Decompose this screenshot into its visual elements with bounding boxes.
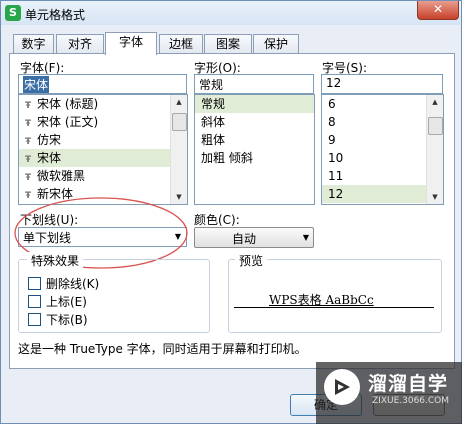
font-style-item[interactable]: 斜体 bbox=[195, 113, 314, 131]
font-size-item[interactable]: 10 bbox=[322, 149, 443, 167]
font-list-item[interactable]: Ŧ 宋体 (标题) bbox=[19, 95, 187, 113]
font-style-item[interactable]: 加粗 倾斜 bbox=[195, 149, 314, 167]
checkbox-box[interactable] bbox=[28, 295, 41, 308]
font-style-item[interactable]: 粗体 bbox=[195, 131, 314, 149]
font-name-value: 宋体 bbox=[23, 76, 50, 93]
font-size-item[interactable]: 8 bbox=[322, 113, 443, 131]
watermark-logo-icon bbox=[324, 369, 360, 405]
color-select[interactable]: 自动 ▼ bbox=[194, 227, 314, 248]
font-size-item[interactable]: 9 bbox=[322, 131, 443, 149]
font-list-item-selected[interactable]: Ŧ 宋体 bbox=[19, 149, 187, 167]
subscript-checkbox[interactable]: 下标(B) bbox=[28, 311, 88, 328]
font-name-input[interactable]: 宋体 bbox=[18, 74, 187, 94]
effects-group: 特殊效果 删除线(K) 上标(E) 下标(B) bbox=[18, 252, 210, 333]
font-size-item[interactable]: 6 bbox=[322, 95, 443, 113]
font-size-scrollbar[interactable]: ▲ ▼ bbox=[426, 95, 443, 204]
preview-title: 预览 bbox=[235, 252, 268, 269]
font-style-input[interactable]: 常规 bbox=[194, 74, 314, 94]
font-info-text: 这是一种 TrueType 字体，同时适用于屏幕和打印机。 bbox=[18, 342, 307, 356]
font-list-item[interactable]: Ŧ 微软雅黑 bbox=[19, 167, 187, 185]
watermark-url: ZIXUE.3066.COM bbox=[372, 396, 450, 406]
strikethrough-checkbox[interactable]: 删除线(K) bbox=[28, 275, 99, 292]
font-size-item[interactable]: 11 bbox=[322, 167, 443, 185]
checkbox-box[interactable] bbox=[28, 277, 41, 290]
effects-title: 特殊效果 bbox=[27, 252, 84, 269]
font-style-item-selected[interactable]: 常规 bbox=[195, 95, 314, 113]
scroll-thumb[interactable] bbox=[172, 113, 187, 131]
preview-text: WPS表格 AaBbCc bbox=[269, 293, 374, 307]
font-size-list[interactable]: 6 8 9 10 11 12 ▲ ▼ bbox=[321, 94, 444, 205]
font-list-item[interactable]: Ŧ 宋体 (正文) bbox=[19, 113, 187, 131]
scroll-up-icon[interactable]: ▲ bbox=[171, 95, 187, 109]
font-list-item[interactable]: Ŧ 仿宋 bbox=[19, 131, 187, 149]
checkbox-box[interactable] bbox=[28, 313, 41, 326]
font-list-scrollbar[interactable]: ▲ ▼ bbox=[170, 95, 187, 204]
scroll-up-icon[interactable]: ▲ bbox=[427, 95, 443, 109]
dropdown-arrow-icon[interactable]: ▼ bbox=[303, 228, 309, 247]
play-icon bbox=[335, 379, 350, 395]
font-dialog: S 单元格格式 ✕ 数字 对齐 字体 边框 图案 保护 字体(F): 宋体 Ŧ宋… bbox=[0, 0, 462, 424]
color-value: 自动 bbox=[231, 232, 256, 246]
scroll-down-icon[interactable]: ▼ bbox=[427, 190, 443, 204]
font-size-value: 12 bbox=[326, 76, 342, 90]
font-style-value: 常规 bbox=[199, 78, 224, 92]
watermark-text: 溜溜自学 bbox=[368, 373, 449, 395]
superscript-checkbox[interactable]: 上标(E) bbox=[28, 293, 87, 310]
font-size-item-selected[interactable]: 12 bbox=[322, 185, 443, 203]
scroll-thumb[interactable] bbox=[428, 117, 443, 135]
font-style-list[interactable]: 常规 斜体 粗体 加粗 倾斜 bbox=[194, 94, 315, 205]
color-label: 颜色(C): bbox=[194, 213, 240, 227]
font-size-input[interactable]: 12 bbox=[321, 74, 443, 94]
